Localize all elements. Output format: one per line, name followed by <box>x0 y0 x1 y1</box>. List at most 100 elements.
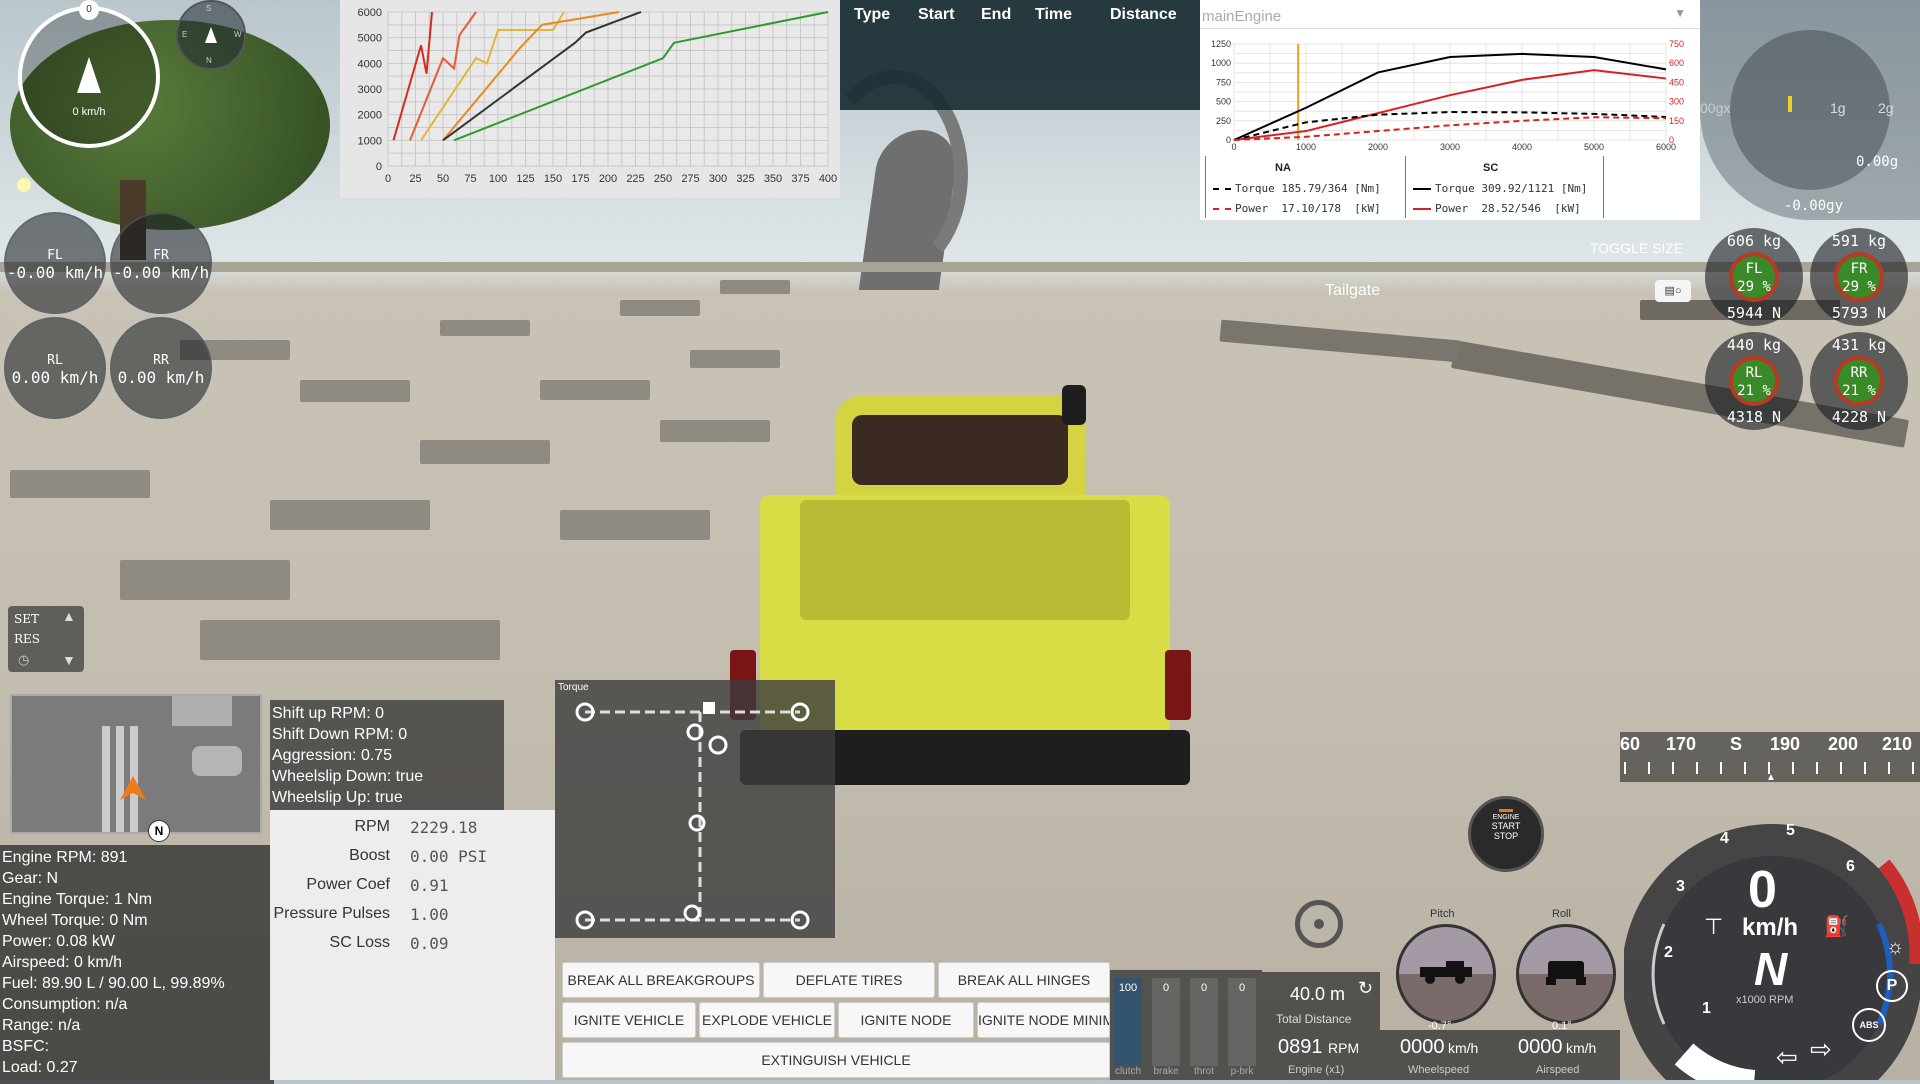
drag-header-start: Start <box>918 6 955 23</box>
fi-rpm-row: RPM 2229.18 <box>270 818 550 846</box>
bsfc-line: BSFC: <box>2 1038 50 1055</box>
bump <box>1219 319 1461 363</box>
tacho-tick-6: 6 <box>1846 858 1855 875</box>
parking-brake-value: 0 <box>1238 982 1246 994</box>
minimap[interactable] <box>10 694 262 834</box>
engine-button-line2: START <box>1491 821 1521 831</box>
legend-na-title: NA <box>1275 162 1291 174</box>
gforce-2g: 2g <box>1878 100 1894 116</box>
fi-sc-loss-value: 0.09 <box>410 934 449 953</box>
shift-chart: 0 25 50 75 100 125 150 175 200 225 250 275 300 325 350… <box>358 7 838 185</box>
park-indicator: P <box>1876 970 1908 1002</box>
airspeed-line: Airspeed: 0 km/h <box>2 954 123 971</box>
throttle-label: throt <box>1193 1066 1214 1077</box>
tyre-fr-name: FR <box>1850 261 1868 277</box>
shift-x-tick: 400 <box>819 173 837 185</box>
engine-button-line3: STOP <box>1493 831 1519 841</box>
parking-brake-label: p-brk <box>1230 1066 1254 1077</box>
engine-right-tick: 300 <box>1669 97 1684 107</box>
heading-marker: ▲ <box>1766 772 1776 782</box>
cruise-down-icon[interactable]: ▼ <box>62 652 76 668</box>
tailgate-label[interactable]: Tailgate <box>1325 282 1380 300</box>
tyre-rr-force: 4228 N <box>1831 408 1887 426</box>
ignite-node-minimal-button[interactable]: IGNITE NODE MINIM <box>977 1002 1110 1038</box>
engine-start-stop-button[interactable]: ENGINE START STOP <box>1468 796 1544 872</box>
extinguish-vehicle-button[interactable]: EXTINGUISH VEHICLE <box>562 1042 1110 1078</box>
tyre-fr-mass: 591 kg <box>1831 232 1887 250</box>
shift-y-tick: 5000 <box>358 33 382 45</box>
heading-label-160: 60 <box>1620 734 1641 754</box>
minimap-area <box>192 746 242 776</box>
drag-header-time: Time <box>1035 6 1073 23</box>
cruise-up-icon[interactable]: ▲ <box>62 608 76 624</box>
shift-y-tick: 6000 <box>358 7 382 19</box>
roll-label: Roll <box>1552 908 1571 920</box>
bump <box>270 500 430 530</box>
shift-x-tick: 0 <box>385 173 391 185</box>
minimap-road <box>102 726 110 832</box>
ignite-node-button[interactable]: IGNITE NODE <box>838 1002 974 1038</box>
fi-pressure-label: Pressure Pulses <box>273 905 391 922</box>
distance-label: Total Distance <box>1276 1012 1352 1026</box>
legend-sc-power: Power 28.52/546 [kW] <box>1435 202 1581 215</box>
engine-button-line1: ENGINE <box>1492 814 1520 821</box>
fi-power-coef-value: 0.91 <box>410 876 449 895</box>
gforce-meter: 00gx 1g 2g 0.00g -0.00gy <box>1700 0 1920 220</box>
wheelslip-down: Wheelslip Down: true <box>272 768 424 785</box>
engine-x-tick: 6000 <box>1656 142 1676 152</box>
bump <box>620 300 700 316</box>
legend-na-torque: Torque 185.79/364 [Nm] <box>1235 182 1381 195</box>
tacho-speed: 0 <box>1748 861 1777 919</box>
minimap-north-icon: N <box>148 820 170 842</box>
reset-distance-icon[interactable]: ↻ <box>1358 978 1373 999</box>
engine-select[interactable]: mainEngine ▼ <box>1200 4 1700 29</box>
shift-info-panel: Shift up RPM: 0 Shift Down RPM: 0 Aggres… <box>270 700 504 816</box>
roll-truck-icon <box>1546 961 1586 985</box>
clutch-value: 100 <box>1118 982 1138 994</box>
wheel-speed-fl: FL -0.00 km/h <box>4 212 106 314</box>
engine-left-tick: 250 <box>1216 116 1231 126</box>
break-breakgroups-button[interactable]: BREAK ALL BREAKGROUPS <box>562 962 760 998</box>
pitch-value: -0.7° <box>1428 1020 1452 1032</box>
shift-x-tick: 75 <box>464 173 476 185</box>
rpm-readout-unit: RPM <box>1328 1040 1360 1056</box>
cruise-res-button[interactable]: RES <box>14 632 40 646</box>
toggle-display-icon[interactable]: ▤○ <box>1655 280 1691 302</box>
tyre-load-fl: 606 kg FL 29 % 5944 N <box>1705 228 1803 326</box>
legend-na-power-swatch <box>1213 208 1231 210</box>
tyre-rl-pct: 21 % <box>1737 383 1771 399</box>
tyre-rr-pct: 21 % <box>1842 383 1876 399</box>
shift-x-tick: 375 <box>791 173 809 185</box>
toggle-size-button[interactable]: TOGGLE SIZE <box>1590 240 1683 256</box>
shift-x-tick: 25 <box>409 173 421 185</box>
headlight-icon: ☼ <box>1886 936 1905 958</box>
readouts-panel: 0891 RPM Engine (x1) 0000 km/h Wheelspee… <box>1262 1030 1620 1080</box>
break-hinges-button[interactable]: BREAK ALL HINGES <box>938 962 1110 998</box>
legend-sc-title: SC <box>1483 162 1499 174</box>
brake-label: brake <box>1153 1066 1179 1077</box>
distance-value: 40.0 m <box>1290 984 1346 1004</box>
explode-vehicle-button[interactable]: EXPLODE VEHICLE <box>699 1002 835 1038</box>
forced-induction-panel: RPM 2229.18 Boost 0.00 PSI Power Coef 0.91 … <box>270 810 555 1080</box>
tyre-rl-center: RL 21 % <box>1729 356 1779 406</box>
tacho-tick-2: 2 <box>1664 944 1673 961</box>
load-line: Load: 0.27 <box>2 1059 78 1076</box>
tyre-load-fr: 591 kg FR 29 % 5793 N <box>1810 228 1908 326</box>
airspeed-label: Airspeed <box>1536 1064 1580 1076</box>
heading-label-210: 210 <box>1882 734 1913 754</box>
engine-x-tick: 3000 <box>1440 142 1460 152</box>
legend-divider <box>1603 156 1604 218</box>
engine-chart-panel: mainEngine ▼ 0 250 500 750 1000 1250 0 150 300 45… <box>1200 0 1700 220</box>
wheelspeed-label: Wheelspeed <box>1408 1064 1470 1076</box>
cruise-gauge-icon: ◷ <box>18 652 30 667</box>
engine-chart: 02505007501000125001503004506007500 1000 2… <box>1211 39 1684 152</box>
legend-divider <box>1405 156 1406 218</box>
turn-signal-right-icon[interactable]: ⇨ <box>1810 1034 1832 1065</box>
cruise-set-button[interactable]: SET <box>14 612 39 626</box>
heading-label-170: 170 <box>1666 734 1697 754</box>
turn-signal-left-icon[interactable]: ⇦ <box>1776 1042 1798 1073</box>
deflate-tires-button[interactable]: DEFLATE TIRES <box>763 962 935 998</box>
engine-indicator <box>1499 809 1513 812</box>
ignite-vehicle-button[interactable]: IGNITE VEHICLE <box>562 1002 696 1038</box>
fi-rpm-value: 2229.18 <box>410 818 478 837</box>
